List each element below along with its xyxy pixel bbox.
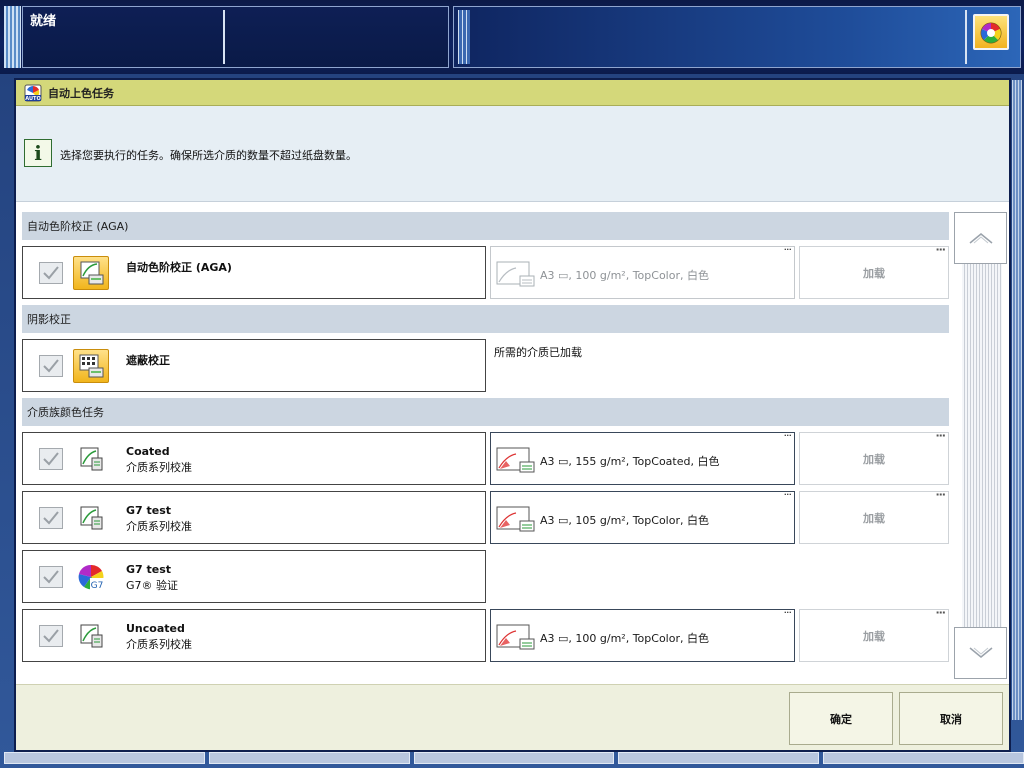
section-header-media-family: 介质族颜色任务 <box>22 398 949 426</box>
g7-color-wheel-icon: G7 <box>73 560 109 594</box>
load-button[interactable]: 加载 ··· <box>799 243 949 299</box>
svg-text:G7: G7 <box>91 581 104 591</box>
info-area: i 选择您要执行的任务。确保所选介质的数量不超过纸盘数量。 <box>16 106 1009 202</box>
scroll-up-button[interactable] <box>954 212 1007 264</box>
media-tray-icon <box>496 447 535 473</box>
task-checkbox[interactable] <box>39 507 63 529</box>
grid-printer-icon <box>73 349 109 383</box>
task-name: Coated <box>126 445 170 458</box>
media-selector[interactable]: A3 ▭, 100 g/m², TopColor, 白色 ··· <box>490 606 795 662</box>
ok-button[interactable]: 确定 <box>789 692 893 745</box>
task-row-uncoated[interactable]: Uncoated 介质系列校准 <box>22 609 486 662</box>
checkmark-icon <box>43 570 59 584</box>
background-stripe <box>1012 80 1022 720</box>
media-tray-icon <box>496 506 535 532</box>
info-panel <box>453 6 1021 68</box>
task-row-aga[interactable]: 自动色阶校正 (AGA) <box>22 246 486 299</box>
task-row-shading[interactable]: 遮蔽校正 <box>22 339 486 392</box>
info-icon: i <box>24 139 52 167</box>
task-list: 自动色阶校正 (AGA) 自动色阶校正 (AGA) A3 ▭, 100 g/m²… <box>16 202 1009 684</box>
more-options-icon[interactable]: ··· <box>784 488 792 501</box>
media-loaded-note: 所需的介质已加载 <box>494 346 582 359</box>
media-calibration-icon <box>73 501 109 535</box>
task-subtitle: 介质系列校准 <box>126 461 192 474</box>
status-stripe <box>4 6 21 68</box>
media-description: A3 ▭, 100 g/m², TopColor, 白色 <box>540 269 709 282</box>
status-divider <box>223 10 225 64</box>
task-list-scrollbar[interactable] <box>954 212 1007 680</box>
more-options-icon[interactable]: ··· <box>784 606 792 619</box>
media-tray-icon <box>496 624 535 650</box>
checkmark-icon <box>43 359 59 373</box>
media-tray-icon <box>496 261 535 287</box>
load-button[interactable]: 加载 ··· <box>799 429 949 485</box>
load-button[interactable]: 加载 ··· <box>799 606 949 662</box>
chevron-up-icon <box>969 233 992 244</box>
checkmark-icon <box>43 452 59 466</box>
section-header-shading: 阴影校正 <box>22 305 949 333</box>
info-message: 选择您要执行的任务。确保所选介质的数量不超过纸盘数量。 <box>60 149 357 162</box>
more-options-icon[interactable]: ··· <box>935 429 946 442</box>
machine-status: 就绪 <box>30 14 57 29</box>
load-label: 加载 <box>863 266 885 280</box>
task-row-g7-verification[interactable]: G7 G7 test G7® 验证 <box>22 550 486 603</box>
task-checkbox[interactable] <box>39 262 63 284</box>
media-selector[interactable]: A3 ▭, 100 g/m², TopColor, 白色 ··· <box>490 243 795 299</box>
svg-text:AUTO: AUTO <box>25 96 40 102</box>
task-subtitle: G7® 验证 <box>126 579 179 592</box>
more-options-icon[interactable]: ··· <box>935 243 946 256</box>
panel-divider <box>965 10 967 64</box>
task-checkbox[interactable] <box>39 448 63 470</box>
task-name: 自动色阶校正 (AGA) <box>126 261 232 274</box>
cancel-button[interactable]: 取消 <box>899 692 1003 745</box>
load-label: 加载 <box>863 629 885 643</box>
section-header-aga: 自动色阶校正 (AGA) <box>22 212 949 240</box>
load-label: 加载 <box>863 452 885 466</box>
task-row-coated[interactable]: Coated 介质系列校准 <box>22 432 486 485</box>
task-subtitle: 介质系列校准 <box>126 520 192 533</box>
color-quality-button[interactable] <box>973 14 1009 50</box>
background-tabs <box>0 752 1024 768</box>
auto-color-tasks-dialog: AUTO 自动上色任务 i 选择您要执行的任务。确保所选介质的数量不超过纸盘数量… <box>14 78 1011 752</box>
more-options-icon[interactable]: ··· <box>935 488 946 501</box>
task-checkbox[interactable] <box>39 625 63 647</box>
chevron-down-icon <box>969 647 992 658</box>
media-description: A3 ▭, 100 g/m², TopColor, 白色 <box>540 632 709 645</box>
printer-calibration-icon <box>73 256 109 290</box>
dialog-footer: 确定 取消 <box>16 684 1009 750</box>
media-description: A3 ▭, 155 g/m², TopCoated, 白色 <box>540 455 720 468</box>
checkmark-icon <box>43 629 59 643</box>
scroll-track[interactable] <box>962 264 1002 628</box>
task-checkbox[interactable] <box>39 566 63 588</box>
dialog-title-bar: AUTO 自动上色任务 <box>16 80 1009 106</box>
status-panel <box>22 6 449 68</box>
media-calibration-icon <box>73 619 109 653</box>
checkmark-icon <box>43 511 59 525</box>
checkmark-icon <box>43 266 59 280</box>
task-subtitle: 介质系列校准 <box>126 638 192 651</box>
dialog-title: 自动上色任务 <box>48 86 114 100</box>
auto-icon: AUTO <box>24 84 42 102</box>
task-name: G7 test <box>126 563 172 576</box>
more-options-icon[interactable]: ··· <box>935 606 946 619</box>
load-button[interactable]: 加载 ··· <box>799 488 949 544</box>
more-options-icon[interactable]: ··· <box>784 243 792 256</box>
media-description: A3 ▭, 105 g/m², TopColor, 白色 <box>540 514 709 527</box>
media-selector[interactable]: A3 ▭, 155 g/m², TopCoated, 白色 ··· <box>490 429 795 485</box>
scroll-down-button[interactable] <box>954 627 1007 679</box>
task-name: G7 test <box>126 504 172 517</box>
load-label: 加载 <box>863 511 885 525</box>
media-selector[interactable]: A3 ▭, 105 g/m², TopColor, 白色 ··· <box>490 488 795 544</box>
top-status-bar: 就绪 <box>0 0 1024 74</box>
color-wheel-icon <box>980 22 1002 44</box>
task-name: 遮蔽校正 <box>126 354 170 367</box>
media-calibration-icon <box>73 442 109 476</box>
task-checkbox[interactable] <box>39 355 63 377</box>
more-options-icon[interactable]: ··· <box>784 429 792 442</box>
task-name: Uncoated <box>126 622 185 635</box>
task-row-g7-calibration[interactable]: G7 test 介质系列校准 <box>22 491 486 544</box>
panel-stripe <box>458 10 470 64</box>
